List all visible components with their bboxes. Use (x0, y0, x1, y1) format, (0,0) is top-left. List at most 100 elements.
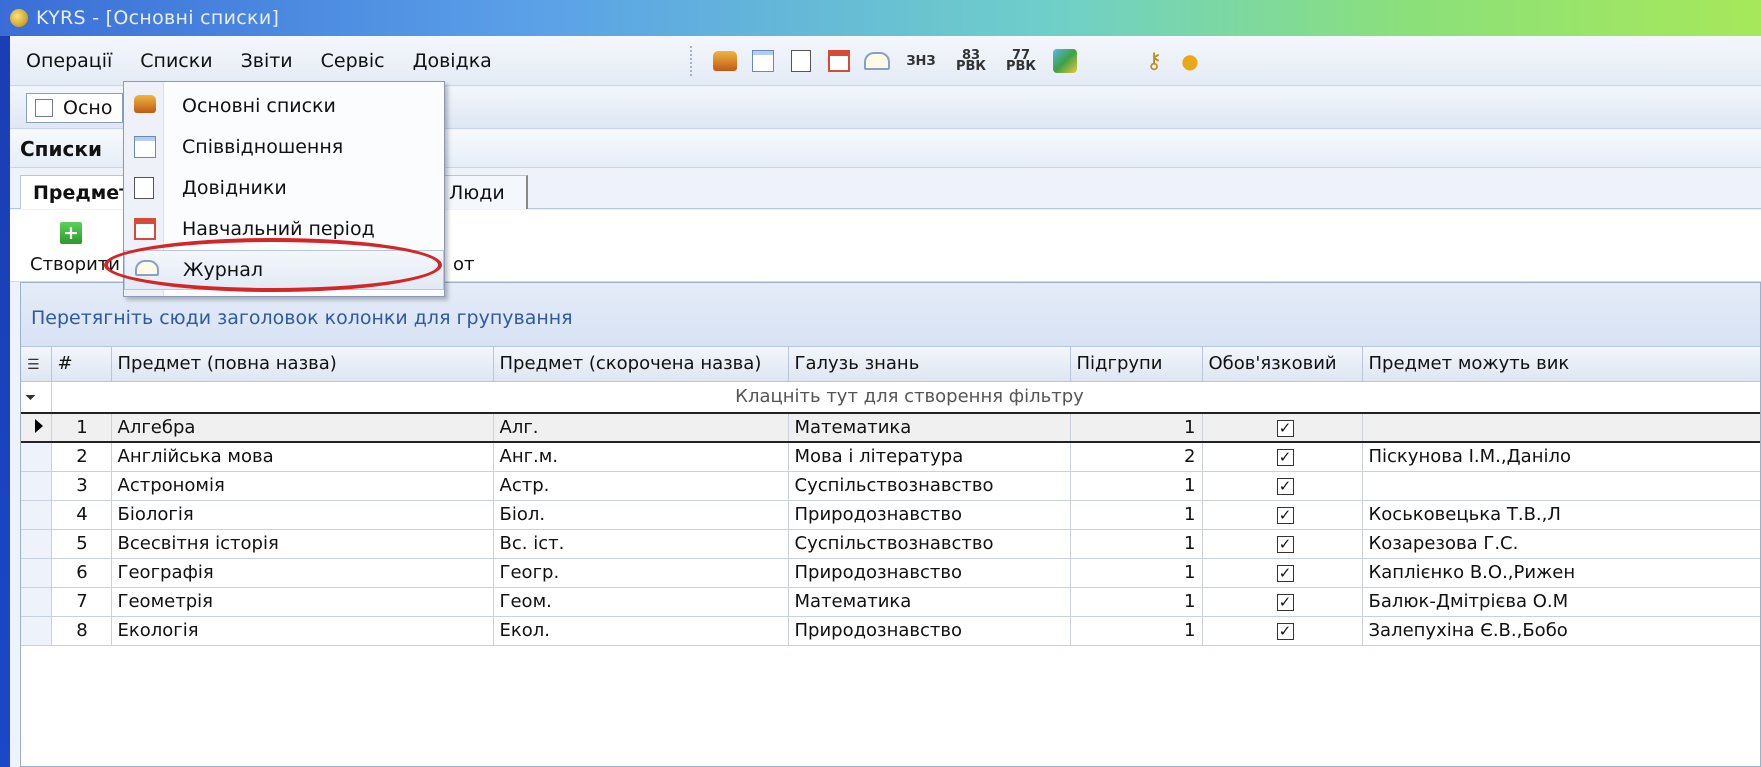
cell-number[interactable]: 2 (51, 442, 112, 472)
cell-number[interactable]: 7 (51, 587, 112, 617)
cell-teachers[interactable]: Коськовецька Т.В.,Л (1362, 500, 1760, 530)
cell-teachers[interactable]: Козарезова Г.С. (1362, 529, 1760, 559)
cell-required[interactable]: ✓ (1202, 587, 1363, 617)
col-header-field[interactable]: Галузь знань (788, 347, 1071, 382)
cell-subgroups[interactable]: 1 (1070, 587, 1203, 617)
cell-required[interactable]: ✓ (1202, 558, 1363, 588)
key-icon[interactable]: ⚷ (1142, 49, 1166, 73)
column-chooser-icon[interactable]: ☰ (21, 347, 52, 382)
list-icon[interactable] (750, 48, 776, 74)
row-indicator[interactable] (21, 471, 52, 501)
table-row[interactable]: 3 Астрономія Астр. Суспільствознавство 1 ✓ (21, 471, 1760, 501)
menu-help[interactable]: Довідка (399, 50, 506, 72)
cell-required[interactable]: ✓ (1202, 471, 1363, 501)
menu-item-directories[interactable]: Довідники (124, 168, 444, 208)
help-chat-icon[interactable]: ● (1178, 49, 1202, 73)
cell-full-name[interactable]: Астрономія (111, 471, 494, 501)
cell-full-name[interactable]: Біологія (111, 500, 494, 530)
checkbox-checked[interactable]: ✓ (1276, 420, 1294, 437)
col-header-number[interactable]: # (51, 347, 112, 382)
cell-required[interactable]: ✓ (1202, 616, 1363, 646)
cell-full-name[interactable]: Геометрія (111, 587, 494, 617)
cell-subgroups[interactable]: 1 (1070, 529, 1203, 559)
menu-operations[interactable]: Операції (10, 50, 126, 72)
cell-number[interactable]: 8 (51, 616, 112, 646)
row-indicator[interactable] (21, 587, 52, 617)
rvk-77-button[interactable]: 77 РВК (1002, 48, 1040, 74)
cell-number[interactable]: 6 (51, 558, 112, 588)
cell-field[interactable]: Мова і література (788, 442, 1071, 472)
cell-short-name[interactable]: Астр. (493, 471, 789, 501)
cell-field[interactable]: Природознавство (788, 616, 1071, 646)
checkbox-checked[interactable]: ✓ (1276, 449, 1294, 467)
export-button-label[interactable]: от (453, 254, 475, 275)
cell-required[interactable]: ✓ (1202, 412, 1363, 443)
cell-field[interactable]: Суспільствознавство (788, 529, 1071, 559)
table-row[interactable]: 4 Біологія Біол. Природознавство 1 ✓ Коськовец… (21, 500, 1760, 530)
cell-teachers[interactable] (1362, 471, 1760, 501)
col-header-full-name[interactable]: Предмет (повна назва) (111, 347, 494, 382)
cell-short-name[interactable]: Анг.м. (493, 442, 789, 472)
document-tab-main-lists[interactable]: Осно (26, 93, 124, 123)
menu-reports[interactable]: Звіти (227, 50, 307, 72)
table-row[interactable]: 5 Всесвітня історія Вс. іст. Суспільствозна… (21, 529, 1760, 559)
tab-people[interactable]: Люди (438, 175, 528, 209)
filter-hint[interactable]: Клацніть тут для створення фільтру (51, 381, 1760, 414)
cell-number[interactable]: 5 (51, 529, 112, 559)
cell-subgroups[interactable]: 1 (1070, 500, 1203, 530)
cell-field[interactable]: Природознавство (788, 500, 1071, 530)
table-row[interactable]: 2 Англійська мова Анг.м. Мова і література 2… (21, 442, 1760, 472)
row-indicator[interactable] (21, 529, 52, 559)
cell-short-name[interactable]: Алг. (493, 412, 789, 443)
row-indicator[interactable] (21, 558, 52, 588)
rvk-83-button[interactable]: 83 РВК (952, 48, 990, 74)
checklist-icon[interactable] (788, 48, 814, 74)
cell-subgroups[interactable]: 2 (1070, 442, 1203, 472)
cell-field[interactable]: Математика (788, 412, 1071, 443)
cell-required[interactable]: ✓ (1202, 529, 1363, 559)
checkbox-checked[interactable]: ✓ (1276, 507, 1294, 524)
cell-teachers[interactable]: Залепухіна Є.В.,Бобо (1362, 616, 1760, 646)
cell-teachers[interactable] (1362, 412, 1760, 443)
col-header-teachers[interactable]: Предмет можуть вик (1362, 347, 1760, 382)
cell-number[interactable]: 4 (51, 500, 112, 530)
cell-number[interactable]: 1 (51, 412, 112, 443)
filter-row[interactable]: ⏷ Клацніть тут для створення фільтру (21, 381, 1760, 414)
cell-subgroups[interactable]: 1 (1070, 412, 1203, 443)
cell-subgroups[interactable]: 1 (1070, 558, 1203, 588)
menu-service[interactable]: Сервіс (307, 50, 399, 72)
cell-teachers[interactable]: Каплієнко В.О.,Рижен (1362, 558, 1760, 588)
cell-teachers[interactable]: Балюк-Дмітрієва О.М (1362, 587, 1760, 617)
checkbox-checked[interactable]: ✓ (1276, 623, 1294, 640)
table-row[interactable]: 6 Географія Геогр. Природознавство 1 ✓ Каплієн… (21, 558, 1760, 588)
row-indicator[interactable] (21, 442, 52, 472)
cell-short-name[interactable]: Геом. (493, 587, 789, 617)
cell-short-name[interactable]: Вс. іст. (493, 529, 789, 559)
puzzle-icon[interactable] (1052, 48, 1078, 74)
calendar-icon[interactable] (826, 48, 852, 74)
cell-required[interactable]: ✓ (1202, 500, 1363, 530)
cell-full-name[interactable]: Всесвітня історія (111, 529, 494, 559)
menu-item-relations[interactable]: Співвідношення (124, 127, 444, 167)
checkbox-checked[interactable]: ✓ (1276, 565, 1294, 582)
books-icon[interactable] (712, 48, 738, 74)
table-row[interactable]: 8 Екологія Екол. Природознавство 1 ✓ Залепухін… (21, 616, 1760, 646)
cell-full-name[interactable]: Географія (111, 558, 494, 588)
zno-button[interactable]: ЗНЗ (902, 48, 940, 74)
table-row[interactable]: 7 Геометрія Геом. Математика 1 ✓ Балюк-Дмітріє… (21, 587, 1760, 617)
menu-item-main-lists[interactable]: Основні списки (124, 86, 444, 126)
col-header-short-name[interactable]: Предмет (скорочена назва) (493, 347, 789, 382)
checkbox-checked[interactable]: ✓ (1276, 478, 1294, 495)
cell-full-name[interactable]: Екологія (111, 616, 494, 646)
cell-teachers[interactable]: Піскунова І.М.,Даніло (1362, 442, 1760, 472)
cell-full-name[interactable]: Алгебра (111, 412, 494, 443)
cell-full-name[interactable]: Англійська мова (111, 442, 494, 472)
checkbox-checked[interactable]: ✓ (1276, 594, 1294, 611)
row-indicator[interactable] (21, 616, 52, 646)
col-header-required[interactable]: Обов'язковий (1202, 347, 1363, 382)
cell-short-name[interactable]: Біол. (493, 500, 789, 530)
row-indicator[interactable] (21, 412, 52, 443)
cell-field[interactable]: Математика (788, 587, 1071, 617)
cell-required[interactable]: ✓ (1202, 442, 1363, 472)
cell-short-name[interactable]: Геогр. (493, 558, 789, 588)
